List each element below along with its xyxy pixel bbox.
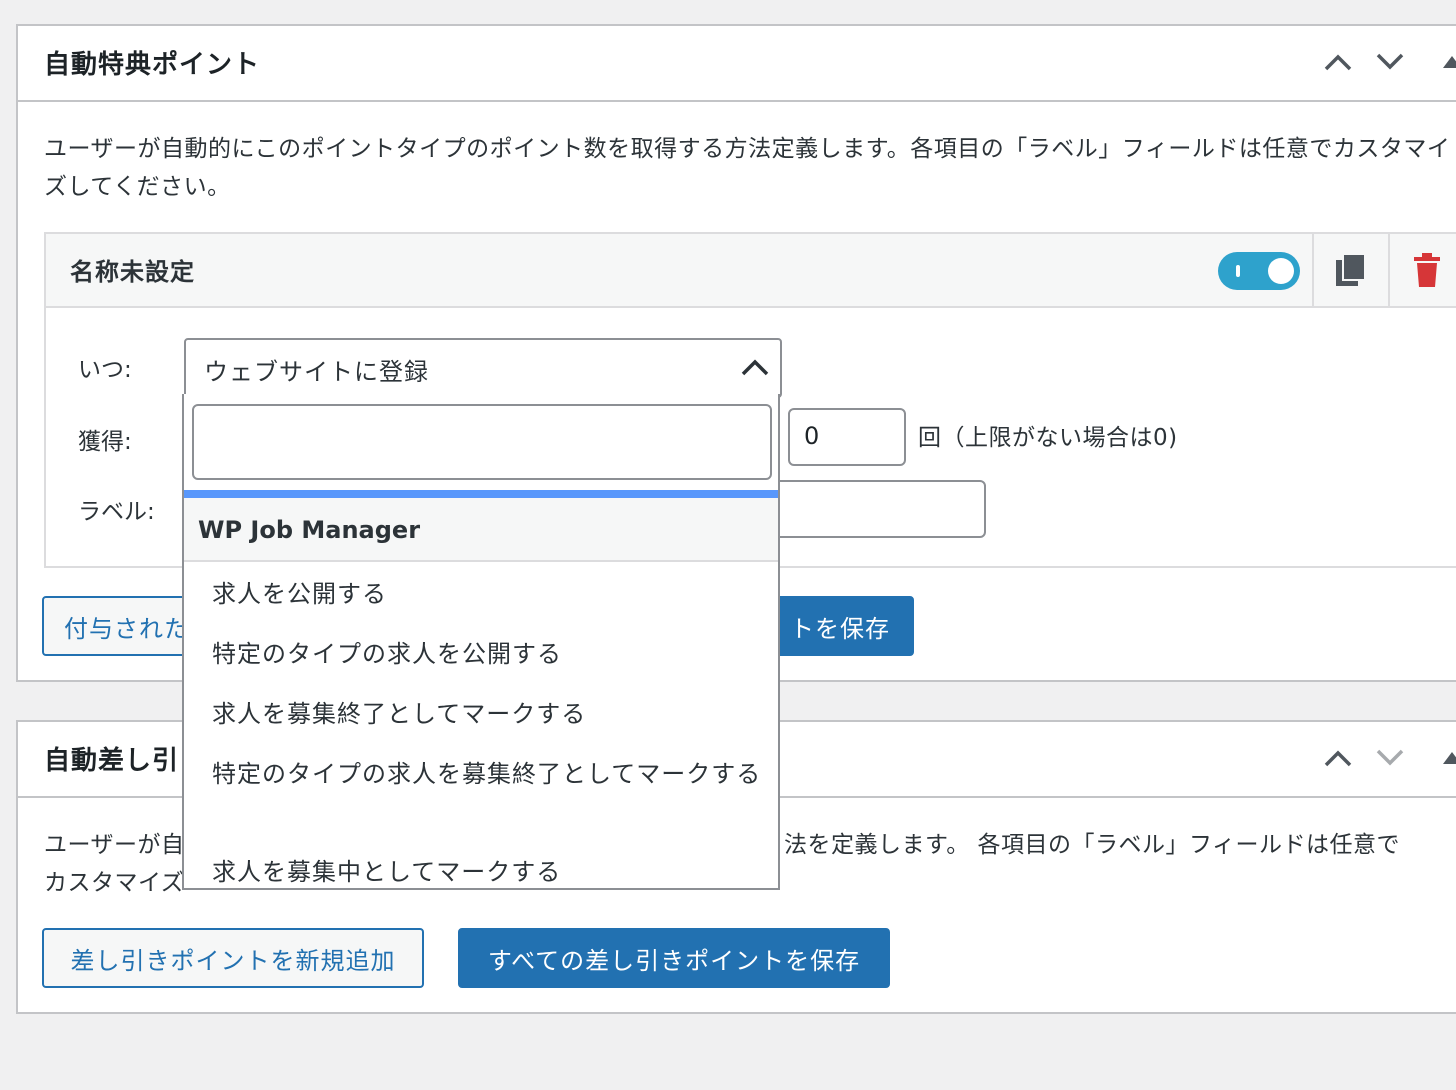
limit-input[interactable]: 0	[788, 408, 906, 466]
save-awards-button[interactable]: トを保存	[758, 596, 914, 656]
earn-label: 獲得:	[78, 429, 132, 455]
header-divider	[1388, 234, 1390, 306]
triangle-up-icon	[1443, 56, 1456, 68]
limit-input-value: 0	[804, 422, 820, 450]
copy-icon[interactable]	[1334, 252, 1368, 288]
award-description: ユーザーが自動的にこのポイントタイプのポイント数を取得する方法定義します。各項目…	[44, 136, 1451, 200]
when-select-value: ウェブサイトに登録	[204, 358, 429, 386]
move-up-button[interactable]	[1318, 738, 1358, 778]
deduct-description-right: 法を定義します。 各項目の「ラベル」フィールドは任意で	[784, 832, 1401, 858]
limit-help-text: 回（上限がない場合は0)	[918, 425, 1178, 451]
label-input[interactable]	[746, 480, 986, 538]
move-up-button[interactable]	[1318, 42, 1358, 82]
when-select[interactable]: ウェブサイトに登録	[184, 338, 782, 398]
when-dropdown: WP Job Manager 求人を公開する 特定のタイプの求人を公開する 求人…	[182, 394, 780, 890]
label-label: ラベル:	[78, 499, 155, 525]
toggle-panel-button[interactable]	[1432, 42, 1456, 82]
move-down-button[interactable]	[1370, 738, 1410, 778]
award-points-title: 自動特典ポイント	[44, 50, 261, 80]
toggle-panel-button[interactable]	[1432, 738, 1456, 778]
add-award-button[interactable]: 付与された	[42, 596, 202, 656]
dropdown-option[interactable]: 求人を募集終了としてマークする	[212, 696, 762, 732]
chevron-up-icon	[741, 359, 769, 376]
dropdown-group-label: WP Job Manager	[198, 516, 421, 544]
dropdown-highlight-bar	[184, 490, 778, 498]
dropdown-option[interactable]: 求人を募集中としてマークする	[212, 854, 762, 888]
hook-title: 名称未設定	[70, 258, 195, 286]
chevron-down-icon	[1376, 749, 1404, 766]
dropdown-option[interactable]: 特定のタイプの求人を募集終了としてマークする	[212, 756, 762, 792]
chevron-down-icon	[1376, 53, 1404, 70]
dropdown-option[interactable]: 特定のタイプの求人を公開する	[212, 636, 762, 672]
chevron-up-icon	[1324, 54, 1352, 71]
chevron-up-icon	[1324, 750, 1352, 767]
toggle-knob	[1268, 258, 1294, 284]
toggle-on-indicator	[1236, 265, 1240, 277]
deduct-points-title: 自動差し引	[44, 746, 180, 776]
header-divider	[1312, 234, 1314, 306]
award-points-header: 自動特典ポイント	[18, 26, 1456, 102]
hook-enable-toggle[interactable]	[1218, 252, 1300, 290]
trash-icon[interactable]	[1412, 252, 1442, 288]
hook-header: 名称未設定	[46, 234, 1456, 308]
add-deduction-button[interactable]: 差し引きポイントを新規追加	[42, 928, 424, 988]
move-down-button[interactable]	[1370, 42, 1410, 82]
dropdown-search-input[interactable]	[192, 404, 772, 480]
triangle-up-icon	[1443, 752, 1456, 764]
when-label: いつ:	[78, 357, 132, 383]
dropdown-option[interactable]: 求人を公開する	[212, 576, 762, 612]
dropdown-group-header: WP Job Manager	[184, 498, 778, 562]
save-deductions-button[interactable]: すべての差し引きポイントを保存	[458, 928, 890, 988]
